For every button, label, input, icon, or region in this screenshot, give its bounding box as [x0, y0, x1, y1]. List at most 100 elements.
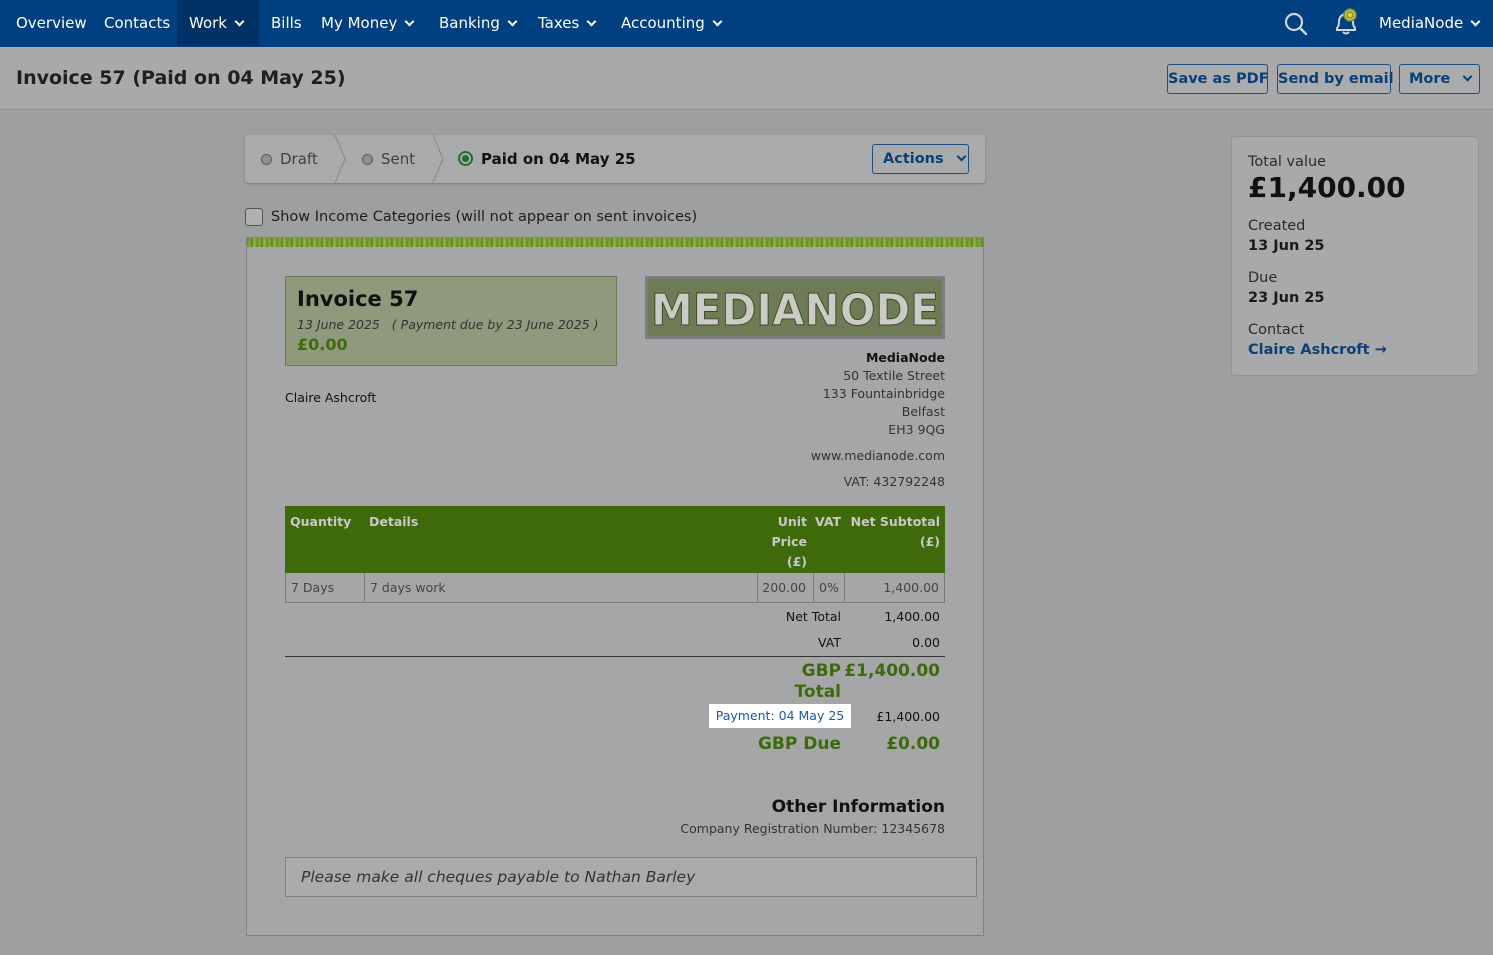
created-label: Created	[1248, 218, 1306, 234]
nav-banking[interactable]: Banking	[439, 0, 518, 46]
unit-price-header-line: Price	[771, 534, 808, 549]
chevron-down-icon	[956, 151, 967, 162]
nav-overview[interactable]: Overview	[16, 0, 87, 46]
step-separator	[432, 135, 444, 183]
total-value-amount: £1,400.00	[1248, 171, 1406, 204]
cell-net-subtotal: 1,400.00	[883, 580, 939, 595]
nav-contacts[interactable]: Contacts	[104, 0, 170, 46]
gbp-due-value: £0.00	[886, 734, 940, 754]
cell-details: 7 days work	[370, 580, 446, 595]
net-subtotal-header-line: Net Subtotal	[850, 514, 940, 529]
status-step-sent: Sent	[362, 135, 415, 183]
send-by-email-button[interactable]: Send by email	[1277, 64, 1394, 94]
invoice-items-table: Quantity Details Unit Price (£) VAT Net …	[285, 506, 945, 603]
actions-button[interactable]: Actions	[872, 144, 969, 174]
contact-label: Contact	[1248, 322, 1305, 338]
top-navigation: Overview Contacts Work Bills My Money Ba…	[0, 0, 1493, 47]
chevron-down-icon	[1462, 71, 1473, 82]
nav-bills[interactable]: Bills	[271, 0, 302, 46]
vat-total-value: 0.00	[912, 635, 940, 650]
cell-divider	[813, 573, 814, 602]
page-header: Invoice 57 (Paid on 04 May 25) Save as P…	[0, 47, 1493, 110]
chevron-down-icon	[712, 16, 723, 27]
more-button[interactable]: More	[1399, 64, 1480, 94]
show-income-categories-label: Show Income Categories (will not appear …	[271, 209, 698, 225]
totals-divider	[285, 656, 945, 657]
cell-unit-price: 200.00	[762, 580, 806, 595]
radio-dot-icon	[261, 154, 272, 165]
table-header: Quantity Details Unit Price (£) VAT Net …	[285, 506, 945, 573]
logo-text: MEDIANODE	[651, 285, 939, 336]
step-separator	[334, 135, 346, 183]
net-subtotal-header-line: (£)	[919, 534, 940, 549]
status-step-draft: Draft	[261, 135, 318, 183]
total-value-label: Total value	[1248, 154, 1327, 170]
payment-amount: £1,400.00	[876, 709, 940, 724]
invoice-document: Invoice 57 13 June 2025 ( Payment due by…	[246, 237, 984, 936]
vat-total-label: VAT	[818, 635, 841, 650]
status-step-label: Sent	[381, 150, 416, 168]
col-header-details: Details	[369, 514, 419, 529]
more-button-label: More	[1409, 71, 1451, 87]
nav-taxes-label: Taxes	[538, 14, 580, 32]
col-header-net-subtotal: Net Subtotal (£)	[851, 512, 940, 552]
cell-divider	[757, 573, 758, 602]
unit-price-header-line: Unit	[777, 514, 807, 529]
search-icon[interactable]	[1283, 11, 1309, 37]
gbp-due-label: GBP Due	[757, 734, 841, 754]
chevron-down-icon	[404, 16, 415, 27]
contact-link[interactable]: Claire Ashcroft →	[1248, 342, 1387, 358]
radio-selected-icon	[458, 151, 473, 166]
invoice-top-stripe	[247, 238, 983, 247]
payment-link[interactable]: Payment: 04 May 25	[709, 704, 851, 728]
chevron-down-icon	[586, 16, 597, 27]
company-address-line: EH3 9QG	[888, 422, 945, 437]
invoice-amount-due: £0.00	[297, 335, 348, 354]
col-header-vat: VAT	[815, 514, 842, 529]
show-income-categories-checkbox[interactable]	[245, 208, 263, 226]
cell-divider	[364, 573, 365, 602]
due-date: 23 Jun 25	[1248, 290, 1325, 306]
nav-work-label: Work	[189, 14, 227, 32]
cell-quantity: 7 Days	[291, 580, 335, 595]
company-address-line: 133 Fountainbridge	[822, 386, 945, 401]
invoice-title-box: Invoice 57 13 June 2025 ( Payment due by…	[285, 276, 617, 366]
account-menu[interactable]: MediaNode	[1379, 0, 1481, 46]
invoice-summary-card: Total value £1,400.00 Created 13 Jun 25 …	[1231, 136, 1479, 376]
nav-my-money[interactable]: My Money	[321, 0, 415, 46]
nav-work[interactable]: Work	[177, 0, 259, 46]
invoice-title: Invoice 57	[297, 287, 419, 311]
company-address-line: Belfast	[901, 404, 945, 419]
nav-accounting[interactable]: Accounting	[621, 0, 723, 46]
col-header-unit-price: Unit Price (£)	[772, 512, 808, 572]
nav-bills-label: Bills	[271, 14, 302, 32]
radio-dot-icon	[362, 154, 373, 165]
chevron-down-icon	[507, 16, 518, 27]
nav-taxes[interactable]: Taxes	[538, 0, 597, 46]
status-step-label: Paid on 04 May 25	[481, 150, 636, 168]
nav-banking-label: Banking	[439, 14, 500, 32]
chevron-down-icon	[1470, 16, 1481, 27]
unit-price-header-line: (£)	[786, 554, 807, 569]
status-step-paid: Paid on 04 May 25	[458, 135, 636, 183]
other-information-heading: Other Information	[771, 797, 945, 817]
gbp-total-label-line: Total	[794, 682, 841, 702]
net-total-value: 1,400.00	[884, 609, 940, 624]
status-step-label: Draft	[280, 150, 318, 168]
company-website: www.medianode.com	[810, 448, 945, 463]
page-title: Invoice 57 (Paid on 04 May 25)	[16, 67, 346, 89]
col-header-quantity: Quantity	[290, 514, 352, 529]
save-as-pdf-button[interactable]: Save as PDF	[1167, 64, 1269, 94]
bell-icon[interactable]	[1330, 6, 1362, 38]
gbp-total-label: GBP Total	[795, 661, 841, 703]
nav-contacts-label: Contacts	[104, 14, 171, 32]
chevron-down-icon	[234, 16, 245, 27]
nav-my-money-label: My Money	[321, 14, 398, 32]
gbp-total-value: £1,400.00	[844, 661, 940, 681]
account-label: MediaNode	[1379, 14, 1464, 32]
company-registration-number: Company Registration Number: 12345678	[680, 821, 945, 836]
invoice-status-bar: Draft Sent Paid on 04 May 25 Actions	[245, 135, 985, 183]
actions-label: Actions	[883, 151, 944, 167]
nav-accounting-label: Accounting	[621, 14, 705, 32]
invoice-dates: 13 June 2025 ( Payment due by 23 June 20…	[297, 317, 599, 332]
